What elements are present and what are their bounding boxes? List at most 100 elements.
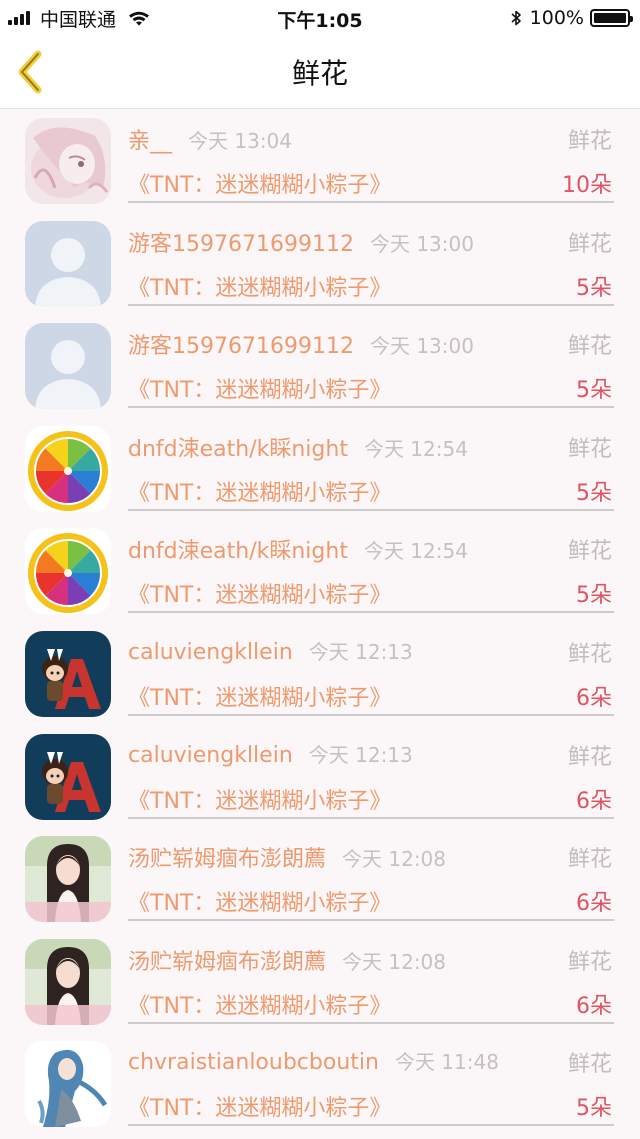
gift-type: 鲜花: [567, 436, 612, 462]
list-item[interactable]: caluviengkllein 今天 12:13 鲜花 《TNT：迷迷糊糊小粽子》…: [0, 622, 640, 725]
work-title-link[interactable]: 《TNT：迷迷糊糊小粽子》: [128, 270, 391, 302]
username-text: 汤贮崭姆痼布澎朗薦: [128, 949, 327, 975]
username-text: 游客1597671699112: [128, 334, 354, 360]
gift-type: 鲜花: [567, 949, 612, 975]
work-title-link[interactable]: 《TNT：迷迷糊糊小粽子》: [128, 167, 391, 199]
row-divider: [128, 1021, 614, 1024]
gift-type: 鲜花: [567, 129, 612, 154]
work-title-link[interactable]: 《TNT：迷迷糊糊小粽子》: [128, 783, 391, 815]
avatar[interactable]: [25, 425, 111, 512]
gift-type: 鲜花: [567, 641, 612, 667]
flower-count: 6朵: [576, 891, 612, 917]
flower-count: 5朵: [576, 480, 612, 506]
username[interactable]: dnfd涑eath/k睬night 今天 12:54: [128, 533, 468, 565]
username[interactable]: dnfd涑eath/k睬night 今天 12:54: [128, 431, 468, 463]
list-item[interactable]: dnfd涑eath/k睬night 今天 12:54 鲜花 《TNT：迷迷糊糊小粽…: [0, 519, 640, 622]
row-divider: [128, 406, 614, 409]
row-divider: [128, 816, 614, 819]
avatar[interactable]: [25, 528, 111, 615]
row-divider: [128, 1124, 614, 1127]
avatar[interactable]: [25, 733, 111, 820]
username[interactable]: caluviengkllein 今天 12:13: [128, 739, 413, 768]
username[interactable]: caluviengkllein 今天 12:13: [128, 636, 413, 665]
gift-type: 鲜花: [567, 539, 612, 565]
status-right: 100%: [510, 6, 633, 30]
list-item[interactable]: 游客1597671699112 今天 13:00 鲜花 《TNT：迷迷糊糊小粽子》…: [0, 212, 640, 315]
avatar[interactable]: [25, 220, 111, 307]
username[interactable]: 亲__ 今天 13:04: [128, 123, 292, 155]
row-divider: [128, 713, 614, 716]
record-time: 今天 12:13: [308, 639, 413, 664]
row-divider: [128, 611, 614, 614]
status-bar: 中国联通 下午1:05 100%: [0, 0, 640, 36]
nav-bar: 鲜花: [0, 36, 640, 109]
list-item[interactable]: 汤贮崭姆痼布澎朗薦 今天 12:08 鲜花 《TNT：迷迷糊糊小粽子》 6朵: [0, 930, 640, 1033]
username-text: chvraistianloubcboutin: [128, 1050, 379, 1076]
blue-hair-avatar-icon: [25, 1041, 111, 1128]
list-item[interactable]: 游客1597671699112 今天 13:00 鲜花 《TNT：迷迷糊糊小粽子》…: [0, 314, 640, 417]
avatar[interactable]: [25, 836, 111, 923]
work-title-link[interactable]: 《TNT：迷迷糊糊小粽子》: [128, 1090, 391, 1122]
gift-type: 鲜花: [567, 231, 612, 257]
battery-icon: [590, 9, 633, 27]
avatar[interactable]: [25, 118, 111, 204]
girl-photo-avatar-icon: [25, 938, 111, 1025]
letter-a-avatar-icon: [25, 630, 111, 717]
color-wheel-avatar-icon: [25, 425, 111, 512]
record-time: 今天 12:54: [363, 539, 468, 564]
record-time: 今天 12:08: [342, 847, 447, 872]
list-item[interactable]: dnfd涑eath/k睬night 今天 12:54 鲜花 《TNT：迷迷糊糊小粽…: [0, 417, 640, 520]
gift-type: 鲜花: [567, 744, 612, 770]
username-text: 亲__: [128, 129, 173, 154]
row-divider: [128, 201, 614, 203]
work-title-link[interactable]: 《TNT：迷迷糊糊小粽子》: [128, 885, 391, 917]
avatar[interactable]: [25, 938, 111, 1025]
letter-a-avatar-icon: [25, 733, 111, 820]
username[interactable]: 汤贮崭姆痼布澎朗薦 今天 12:08: [128, 841, 446, 873]
work-title-link[interactable]: 《TNT：迷迷糊糊小粽子》: [128, 988, 391, 1020]
username[interactable]: 汤贮崭姆痼布澎朗薦 今天 12:08: [128, 944, 446, 976]
username[interactable]: chvraistianloubcboutin 今天 11:48: [128, 1046, 499, 1075]
flower-count: 5朵: [576, 378, 612, 404]
avatar[interactable]: [25, 1041, 111, 1128]
flower-count: 6朵: [576, 993, 612, 1019]
gift-type: 鲜花: [567, 334, 612, 360]
work-title-link[interactable]: 《TNT：迷迷糊糊小粽子》: [128, 577, 391, 609]
bluetooth-icon: [511, 10, 521, 26]
flower-count: 6朵: [576, 685, 612, 711]
flower-count: 5朵: [576, 275, 612, 301]
default-user-avatar-icon: [25, 323, 111, 410]
flower-count: 5朵: [576, 1096, 612, 1122]
username-text: 游客1597671699112: [128, 231, 354, 257]
record-time: 今天 13:00: [369, 334, 474, 359]
flower-record-list: 亲__ 今天 13:04 鲜花 《TNT：迷迷糊糊小粽子》 10朵 游客15976…: [0, 109, 640, 1135]
default-user-avatar-icon: [25, 220, 111, 307]
work-title-link[interactable]: 《TNT：迷迷糊糊小粽子》: [128, 372, 391, 404]
flower-count: 6朵: [576, 788, 612, 814]
avatar[interactable]: [25, 630, 111, 717]
gift-type: 鲜花: [567, 1052, 612, 1078]
username[interactable]: 游客1597671699112 今天 13:00: [128, 328, 474, 360]
username-text: dnfd涑eath/k睬night: [128, 539, 348, 565]
work-title-link[interactable]: 《TNT：迷迷糊糊小粽子》: [128, 680, 391, 712]
record-time: 今天 13:00: [369, 231, 474, 256]
battery-percent: 100%: [529, 7, 584, 29]
gift-type: 鲜花: [567, 847, 612, 873]
list-item[interactable]: 汤贮崭姆痼布澎朗薦 今天 12:08 鲜花 《TNT：迷迷糊糊小粽子》 6朵: [0, 827, 640, 930]
record-time: 今天 12:08: [342, 949, 447, 974]
row-divider: [128, 303, 614, 306]
avatar[interactable]: [25, 323, 111, 410]
username-text: dnfd涑eath/k睬night: [128, 436, 348, 462]
username-text: 汤贮崭姆痼布澎朗薦: [128, 847, 327, 873]
list-item[interactable]: caluviengkllein 今天 12:13 鲜花 《TNT：迷迷糊糊小粽子》…: [0, 725, 640, 828]
username-text: caluviengkllein: [128, 639, 293, 665]
list-item[interactable]: chvraistianloubcboutin 今天 11:48 鲜花 《TNT：迷…: [0, 1032, 640, 1135]
pink-anime-avatar-icon: [25, 118, 111, 204]
username-text: caluviengkllein: [128, 742, 293, 768]
color-wheel-avatar-icon: [25, 528, 111, 615]
username[interactable]: 游客1597671699112 今天 13:00: [128, 226, 474, 258]
list-item[interactable]: 亲__ 今天 13:04 鲜花 《TNT：迷迷糊糊小粽子》 10朵: [0, 109, 640, 212]
page-title: 鲜花: [291, 57, 348, 90]
flower-count: 5朵: [576, 583, 612, 609]
work-title-link[interactable]: 《TNT：迷迷糊糊小粽子》: [128, 475, 391, 507]
